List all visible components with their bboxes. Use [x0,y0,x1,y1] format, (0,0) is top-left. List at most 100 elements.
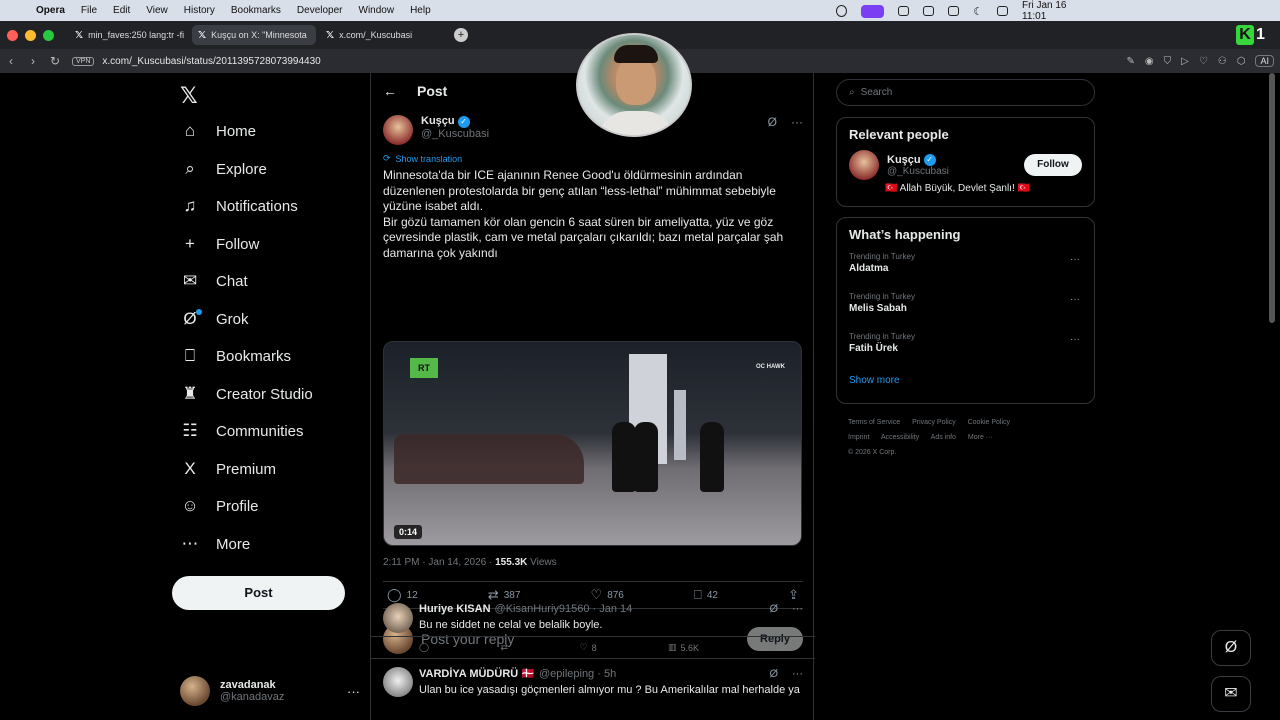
like-action[interactable]: ♡ 876 [591,587,624,603]
back-icon[interactable]: ‹ [0,54,22,68]
reply-author-handle[interactable]: @KisanHuriy91560 · Jan 14 [495,603,633,615]
video-player[interactable]: RT OC HAWK 0:14 [383,341,802,546]
person-handle[interactable]: @_Kuscubasi [887,166,949,177]
more-icon[interactable]: ··· [792,603,803,615]
menu-developer[interactable]: Developer [289,5,351,16]
grid-icon[interactable] [898,6,910,16]
minimize-window-button[interactable] [25,29,36,41]
footer-link[interactable]: More ··· [968,434,993,441]
author-handle[interactable]: @_Kuscubasi [421,128,489,141]
menu-edit[interactable]: Edit [105,5,138,16]
more-icon[interactable]: ··· [1070,334,1080,345]
more-icon[interactable]: ··· [1070,254,1080,265]
views-action[interactable]: ▥ 5.6K [668,642,699,653]
footer-link[interactable]: Accessibility [881,434,919,441]
nav-home[interactable]: ⌂ Home [180,116,256,146]
close-window-button[interactable] [7,29,18,41]
share-icon[interactable]: ⇪ [791,642,799,653]
grok-icon[interactable]: Ø [768,115,777,129]
avatar[interactable] [383,667,413,697]
more-icon[interactable]: ··· [1070,294,1080,305]
show-translation-link[interactable]: ⟳ Show translation [383,153,803,164]
menu-history[interactable]: History [176,5,223,16]
author-name[interactable]: Kuşçu [421,115,455,128]
nav-notifications[interactable]: ♫ Notifications [180,191,298,221]
menu-app-opera[interactable]: Opera [28,5,73,16]
more-icon[interactable]: ··· [347,684,360,699]
more-icon[interactable]: ··· [792,668,803,680]
menu-bookmarks[interactable]: Bookmarks [223,5,289,16]
footer-link[interactable]: Ads info [931,434,956,441]
screen-share-icon[interactable] [860,4,885,18]
tab-search[interactable]: 𝕏 min_faves:250 lang:tr -fi [64,25,188,45]
like-action[interactable]: ♡ 8 [580,642,597,653]
heart-icon[interactable]: ♡ [1199,56,1208,67]
vpn-badge[interactable]: VPN [72,56,95,66]
forward-icon[interactable]: › [22,54,44,68]
control-center-icon[interactable] [997,6,1009,16]
account-switcher[interactable]: zavadanak @kanadavaz ··· [180,674,360,708]
nav-bookmarks[interactable]: ⎕ Bookmarks [180,341,291,371]
back-arrow-icon[interactable]: ← [383,83,397,99]
avatar[interactable] [383,115,413,145]
x-logo-icon[interactable]: 𝕏 [180,83,198,109]
play-icon[interactable]: ▷ [1181,56,1189,67]
footer-link[interactable]: Privacy Policy [912,419,956,426]
reply-author-name[interactable]: VARDİYA MÜDÜRÜ 🇩🇰 [419,667,535,680]
trend-item[interactable]: Trending in Turkey Melis Sabah ··· [837,282,1094,322]
trend-item[interactable]: Trending in Turkey Fatih Ürek ··· [837,322,1094,362]
nav-creator-studio[interactable]: ♜ Creator Studio [180,379,312,409]
trend-item[interactable]: Trending in Turkey Aldatma ··· [837,242,1094,282]
footer-link[interactable]: Cookie Policy [968,419,1010,426]
new-tab-button[interactable]: + [454,28,468,42]
nav-more[interactable]: ⋯ More [180,529,251,559]
battery-icon[interactable] [948,6,960,16]
reply-author-name[interactable]: Huriye KISAN [419,603,491,615]
moon-icon[interactable]: ☾ [973,5,983,18]
tweet-time[interactable]: 2:11 PM · Jan 14, 2026 · [383,557,495,568]
url-field[interactable]: x.com/_Kuscubasi/status/2011395728073994… [102,56,320,67]
bookmark-icon[interactable]: ⎕ [771,642,776,653]
avatar[interactable] [849,150,879,180]
menu-help[interactable]: Help [402,5,439,16]
tab-profile[interactable]: 𝕏 x.com/_Kuscubasi [320,25,444,45]
nav-grok[interactable]: Ø Grok [180,304,249,334]
nav-chat[interactable]: ✉ Chat [180,266,248,296]
menubar-clock[interactable]: Fri Jan 16 11:01 [1022,0,1086,22]
footer-link[interactable]: Terms of Service [848,419,900,426]
nav-communities[interactable]: ☷ Communities [180,416,303,446]
search-input[interactable]: ⌕ Search [836,79,1095,106]
display-icon[interactable] [923,6,935,16]
tab-post[interactable]: 𝕏 Kuşçu on X: "Minnesota [192,25,316,45]
nav-premium[interactable]: X Premium [180,454,276,484]
maximize-window-button[interactable] [43,29,54,41]
reply-action[interactable]: ◯ 12 [387,587,418,603]
post-button[interactable]: Post [172,576,345,610]
grok-icon[interactable]: Ø [769,603,778,615]
nav-follow[interactable]: + Follow [180,229,259,259]
bookmark-action[interactable]: ⎕ 42 [694,587,718,603]
share-action[interactable]: ⇪ [788,587,799,603]
more-icon[interactable]: ··· [791,115,803,129]
ai-button[interactable]: AI [1255,55,1274,67]
messages-fab-button[interactable]: ✉ [1211,676,1251,712]
avatar[interactable] [383,603,413,633]
repost-icon[interactable]: ⇄ [501,642,509,653]
account-icon[interactable]: ⚇ [1218,56,1227,67]
shield-icon[interactable]: ⛉ [1164,56,1172,67]
edit-icon[interactable]: ✎ [1126,56,1134,67]
reply-icon[interactable]: ◯ [419,642,429,653]
camera-icon[interactable]: ◉ [1145,56,1154,67]
menu-window[interactable]: Window [351,5,403,16]
repost-action[interactable]: ⇄ 387 [488,587,521,603]
follow-button[interactable]: Follow [1024,154,1082,176]
person-name[interactable]: Kuşçu [887,154,921,166]
nav-profile[interactable]: ☺ Profile [180,491,258,521]
status-icon[interactable] [836,5,847,17]
footer-link[interactable]: Imprint [848,434,869,441]
reload-icon[interactable]: ↻ [44,54,66,68]
nav-explore[interactable]: ⌕ Explore [180,154,267,184]
grok-icon[interactable]: Ø [769,668,778,680]
grok-fab-button[interactable]: Ø [1211,630,1251,666]
menu-file[interactable]: File [73,5,105,16]
